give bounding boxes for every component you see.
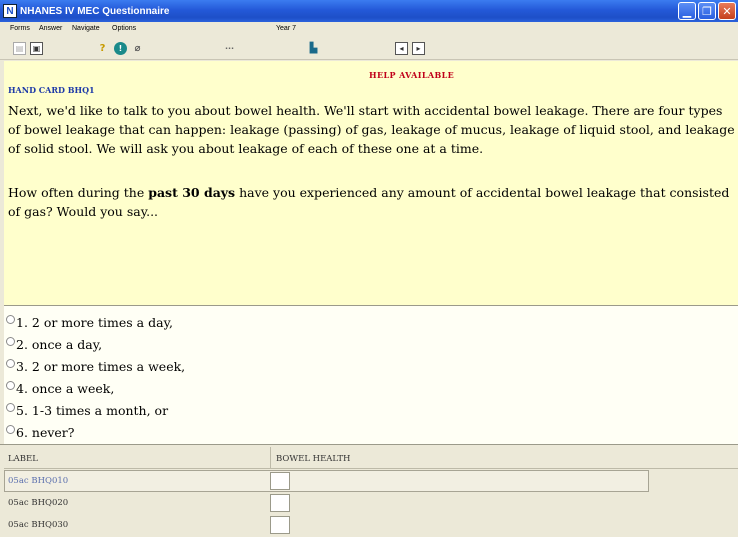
option-3[interactable]: 3. 2 or more times a week, [6, 359, 185, 374]
copy-icon[interactable]: ▣ [30, 42, 43, 55]
option-4[interactable]: 4. once a week, [6, 381, 114, 396]
help-available-link[interactable]: HELP AVAILABLE [369, 70, 454, 80]
option-1[interactable]: 1. 2 or more times a day, [6, 315, 173, 330]
option-5[interactable]: 5. 1-3 times a month, or [6, 403, 168, 418]
option-6[interactable]: 6. never? [6, 425, 74, 440]
option-2[interactable]: 2. once a day, [6, 337, 102, 352]
header-label: LABEL [8, 454, 38, 464]
ellipsis-icon[interactable]: ··· [223, 42, 236, 55]
table-row[interactable]: 05ac BHQ020 [4, 492, 738, 514]
info-icon[interactable]: ! [114, 42, 127, 55]
menu-navigate[interactable]: Navigate [72, 25, 100, 32]
row-label: 05ac BHQ010 [8, 476, 69, 486]
option-label: 6. never? [16, 425, 75, 440]
header-divider [270, 447, 271, 469]
prompt-text-before: How often during the [8, 185, 149, 200]
option-label: 4. once a week, [16, 381, 115, 396]
window-title: NHANES IV MEC Questionnaire [20, 5, 170, 17]
menu-options[interactable]: Options [112, 25, 136, 32]
grid-header: LABEL BOWEL HEALTH [4, 447, 738, 469]
app-icon: N [3, 4, 17, 18]
radio-button[interactable] [6, 315, 15, 324]
radio-button[interactable] [6, 337, 15, 346]
option-label: 2. once a day, [16, 337, 103, 352]
answer-field[interactable] [270, 472, 290, 490]
menu-answer[interactable]: Answer [39, 25, 62, 32]
answer-options: 1. 2 or more times a day, 2. once a day,… [4, 306, 738, 444]
question-prompt: How often during the past 30 days have y… [8, 183, 738, 221]
menu-bar: Forms Answer Navigate Options Year 7 [0, 22, 738, 38]
table-row[interactable]: 05ac BHQ030 [4, 514, 738, 536]
answer-field[interactable] [270, 494, 290, 512]
question-panel: HELP AVAILABLE HAND CARD BHQ1 Next, we'd… [4, 61, 738, 306]
active-row-frame [4, 470, 649, 492]
prompt-text-bold: past 30 days [148, 185, 236, 200]
row-label: 05ac BHQ030 [8, 520, 69, 530]
next-icon[interactable]: ▸ [412, 42, 425, 55]
radio-button[interactable] [6, 425, 15, 434]
prev-icon[interactable]: ◂ [395, 42, 408, 55]
title-bar: N NHANES IV MEC Questionnaire ▁ ❐ ✕ [0, 0, 738, 22]
radio-button[interactable] [6, 381, 15, 390]
row-label: 05ac BHQ020 [8, 498, 69, 508]
year-label: Year 7 [276, 25, 296, 32]
table-row[interactable]: 05ac BHQ010 [4, 470, 738, 492]
hand-card-label: HAND CARD BHQ1 [8, 85, 95, 95]
page-icon[interactable]: ▤ [13, 42, 26, 55]
menu-forms[interactable]: Forms [10, 25, 30, 32]
close-button[interactable]: ✕ [718, 2, 736, 20]
answer-field[interactable] [270, 516, 290, 534]
help-icon[interactable]: ? [96, 42, 109, 55]
minimize-button[interactable]: ▁ [678, 2, 696, 20]
option-label: 5. 1-3 times a month, or [16, 403, 169, 418]
question-intro: Next, we'd like to talk to you about bow… [8, 103, 735, 156]
radio-button[interactable] [6, 359, 15, 368]
header-section: BOWEL HEALTH [276, 454, 351, 464]
clip-icon[interactable]: ⌀ [131, 42, 144, 55]
toolbar: ▤ ▣ ? ! ⌀ ··· ▙ ◂ ▸ [0, 38, 738, 60]
window-controls: ▁ ❐ ✕ [678, 2, 736, 20]
option-label: 1. 2 or more times a day, [16, 315, 173, 330]
question-grid: LABEL BOWEL HEALTH 05ac BHQ010 05ac BHQ0… [0, 444, 738, 537]
option-label: 3. 2 or more times a week, [16, 359, 186, 374]
book-icon[interactable]: ▙ [307, 42, 320, 55]
radio-button[interactable] [6, 403, 15, 412]
maximize-button[interactable]: ❐ [698, 2, 716, 20]
